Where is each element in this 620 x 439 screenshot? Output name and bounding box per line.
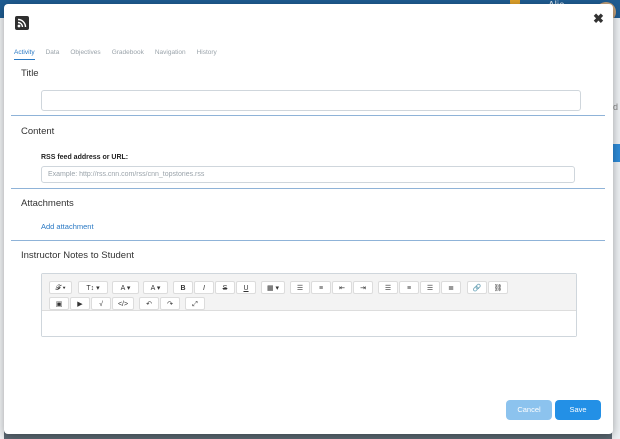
save-button[interactable]: Save — [555, 400, 601, 420]
background-color-button[interactable]: A ▾ — [143, 281, 168, 294]
code-view-icon[interactable]: </> — [112, 297, 134, 310]
rss-url-label: RSS feed address or URL: — [41, 154, 129, 161]
rss-activity-modal: ✖ Activity Data Objectives Gradebook Nav… — [4, 4, 613, 434]
title-input[interactable] — [41, 90, 581, 111]
add-attachment-link[interactable]: Add attachment — [41, 222, 94, 231]
section-divider — [11, 240, 605, 241]
font-size-button[interactable]: T↕ ▾ — [78, 281, 108, 294]
title-heading: Title — [21, 68, 39, 79]
editor-toolbar: 𝓕 ▾ T↕ ▾ A ▾ A ▾ B I S U ▦ ▾ ☰ ≡ ⇤ ⇥ ☰ ≡… — [42, 274, 576, 311]
formula-icon[interactable]: √ — [91, 297, 111, 310]
section-divider — [11, 115, 605, 116]
notes-editor: 𝓕 ▾ T↕ ▾ A ▾ A ▾ B I S U ▦ ▾ ☰ ≡ ⇤ ⇥ ☰ ≡… — [41, 273, 577, 337]
background-letter: d — [613, 102, 619, 112]
image-icon[interactable]: ▣ — [49, 297, 69, 310]
strikethrough-button[interactable]: S — [215, 281, 235, 294]
link-icon[interactable]: 🔗 — [467, 281, 487, 294]
fullscreen-icon[interactable]: ⤢ — [185, 297, 205, 310]
justify-button[interactable]: ≣ — [441, 281, 461, 294]
align-left-button[interactable]: ☰ — [378, 281, 398, 294]
tab-history[interactable]: History — [197, 49, 217, 60]
tab-gradebook[interactable]: Gradebook — [112, 49, 144, 60]
tab-data[interactable]: Data — [46, 49, 60, 60]
video-icon[interactable]: ▶ — [70, 297, 90, 310]
text-color-button[interactable]: A ▾ — [112, 281, 139, 294]
ordered-list-button[interactable]: ≡ — [311, 281, 331, 294]
bold-button[interactable]: B — [173, 281, 193, 294]
background-blue-button — [612, 144, 620, 162]
tab-bar: Activity Data Objectives Gradebook Navig… — [14, 49, 228, 60]
font-family-button[interactable]: 𝓕 ▾ — [49, 281, 72, 294]
indent-button[interactable]: ⇥ — [353, 281, 373, 294]
section-divider — [11, 188, 605, 189]
close-icon[interactable]: ✖ — [593, 11, 604, 27]
unlink-icon[interactable]: ⛓ — [488, 281, 508, 294]
underline-button[interactable]: U — [236, 281, 256, 294]
outdent-button[interactable]: ⇤ — [332, 281, 352, 294]
table-button[interactable]: ▦ ▾ — [261, 281, 285, 294]
align-center-button[interactable]: ≡ — [399, 281, 419, 294]
undo-icon[interactable]: ↶ — [139, 297, 159, 310]
content-heading: Content — [21, 126, 55, 137]
tab-navigation[interactable]: Navigation — [155, 49, 186, 60]
align-right-button[interactable]: ☰ — [420, 281, 440, 294]
italic-button[interactable]: I — [194, 281, 214, 294]
notes-editor-body[interactable] — [42, 311, 576, 336]
instructor-notes-heading: Instructor Notes to Student — [21, 250, 135, 261]
tab-objectives[interactable]: Objectives — [70, 49, 100, 60]
tab-activity[interactable]: Activity — [14, 49, 35, 60]
redo-icon[interactable]: ↷ — [160, 297, 180, 310]
attachments-heading: Attachments — [21, 198, 74, 209]
background-right-edge: d — [612, 18, 620, 439]
rss-url-input[interactable] — [41, 166, 575, 183]
cancel-button[interactable]: Cancel — [506, 400, 552, 420]
rss-icon — [15, 16, 29, 30]
unordered-list-button[interactable]: ☰ — [290, 281, 310, 294]
